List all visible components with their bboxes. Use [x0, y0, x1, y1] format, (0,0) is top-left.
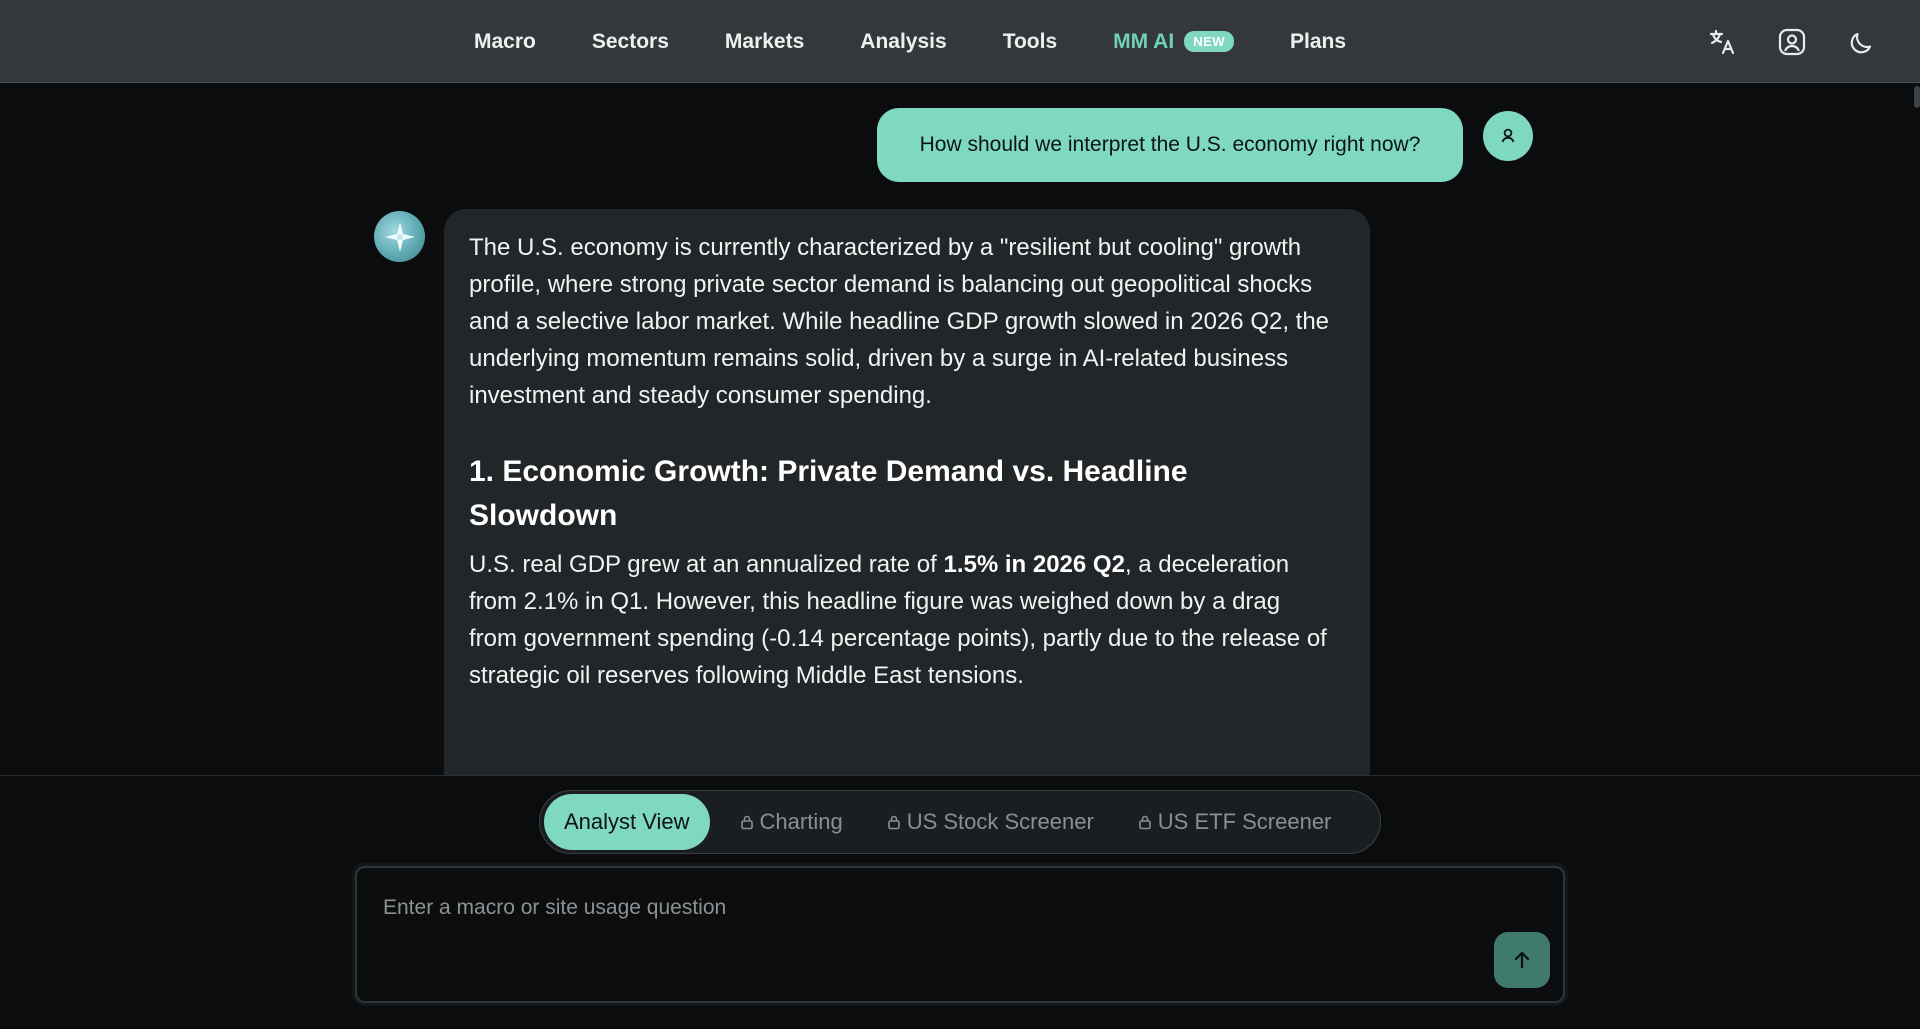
nav-item-analysis[interactable]: Analysis [860, 30, 946, 54]
nav-item-markets[interactable]: Markets [725, 30, 804, 54]
user-message-text: How should we interpret the U.S. economy… [919, 133, 1421, 156]
nav-item-macro[interactable]: Macro [474, 30, 536, 54]
tab-label: Charting [759, 809, 843, 834]
nav-label: Analysis [860, 29, 947, 53]
nav-label: MM AI [1113, 29, 1175, 53]
top-navigation-bar: Macro Sectors Markets Analysis Tools MM … [0, 0, 1920, 83]
scrollbar-thumb[interactable] [1914, 86, 1920, 108]
question-input-container [355, 866, 1565, 1003]
tab-label: Analyst View [564, 809, 690, 834]
nav-label: Macro [474, 29, 536, 53]
nav-label: Markets [724, 29, 805, 53]
nav-label: Plans [1290, 29, 1347, 53]
section-paragraph: U.S. real GDP grew at an annualized rate… [469, 546, 1334, 694]
section-heading: 1. Economic Growth: Private Demand vs. H… [469, 455, 1188, 532]
section-text-before: U.S. real GDP grew at an annualized rate… [469, 551, 944, 578]
arrow-up-icon [1514, 951, 1530, 969]
nav-item-mm-ai[interactable]: MM AI NEW [1113, 29, 1235, 54]
ai-avatar [374, 211, 425, 262]
section-text-bold: 1.5% in 2026 Q2 [943, 551, 1125, 578]
tab-charting[interactable]: Charting [740, 809, 843, 835]
user-avatar [1483, 111, 1533, 161]
ai-response-bubble: The U.S. economy is currently characteri… [444, 209, 1370, 809]
lock-icon [887, 814, 901, 830]
nav-label: Sectors [591, 29, 669, 53]
tab-analyst-view[interactable]: Analyst View [544, 794, 710, 850]
nav-item-tools[interactable]: Tools [1003, 30, 1057, 54]
main-nav: Macro Sectors Markets Analysis Tools MM … [474, 0, 1402, 83]
account-icon[interactable] [1772, 22, 1812, 62]
nav-label: Tools [1002, 29, 1058, 53]
top-right-icons [1702, 22, 1882, 62]
lock-icon [1138, 814, 1152, 830]
nav-item-sectors[interactable]: Sectors [592, 30, 669, 54]
new-badge: NEW [1184, 31, 1235, 52]
tab-label: US Stock Screener [906, 809, 1094, 834]
user-icon [1501, 128, 1515, 143]
sparkle-star-icon [384, 221, 415, 252]
mode-tabs: Analyst View Charting US Stock Screener … [539, 790, 1381, 854]
tab-label: US ETF Screener [1157, 809, 1332, 834]
lock-icon [740, 814, 754, 830]
tab-us-etf-screener[interactable]: US ETF Screener [1138, 809, 1332, 835]
translate-icon[interactable] [1702, 22, 1742, 62]
dark-mode-moon-icon[interactable] [1842, 22, 1882, 62]
nav-item-plans[interactable]: Plans [1290, 30, 1346, 54]
question-input[interactable] [357, 868, 1563, 1001]
ai-intro-paragraph: The U.S. economy is currently characteri… [469, 234, 1330, 409]
tab-us-stock-screener[interactable]: US Stock Screener [887, 809, 1094, 835]
send-button[interactable] [1494, 932, 1550, 988]
user-message-bubble: How should we interpret the U.S. economy… [877, 108, 1463, 182]
